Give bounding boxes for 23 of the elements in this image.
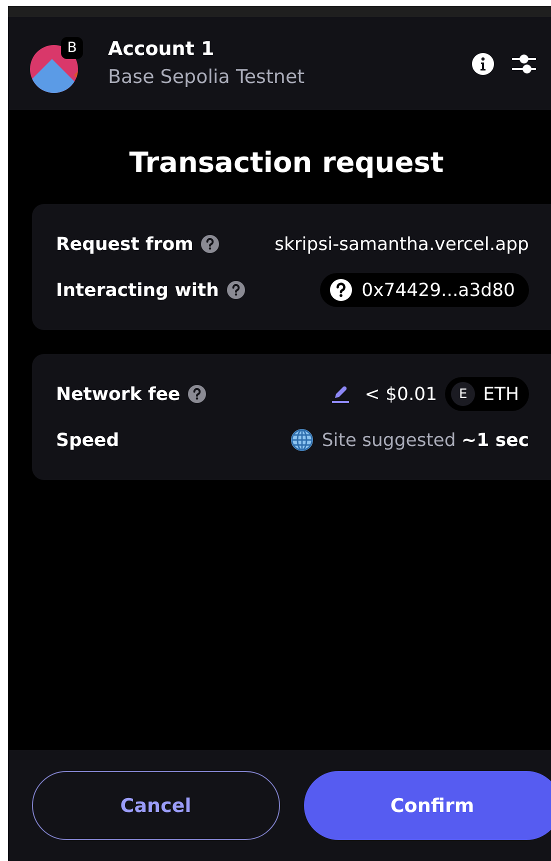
row-label: Request from <box>56 234 194 254</box>
network-badge: B <box>61 36 83 58</box>
row-label: Network fee <box>56 384 180 404</box>
help-icon[interactable] <box>201 235 220 253</box>
help-icon[interactable] <box>188 385 206 403</box>
address-pill[interactable]: 0x74429...a3d80 <box>320 273 529 307</box>
token-pill[interactable]: E ETH <box>445 377 529 411</box>
settings-icon[interactable] <box>511 52 537 76</box>
cancel-button[interactable]: Cancel <box>32 771 280 840</box>
request-origin[interactable]: skripsi-samantha.vercel.app <box>274 234 529 254</box>
edit-icon[interactable] <box>330 384 351 404</box>
globe-icon <box>290 428 314 452</box>
fee-amount: < $0.01 <box>364 384 438 404</box>
confirm-button[interactable]: Confirm <box>304 771 551 840</box>
row-label: Interacting with <box>56 280 219 300</box>
row-label: Speed <box>56 430 120 450</box>
help-icon <box>330 279 352 301</box>
info-icon[interactable] <box>471 52 495 76</box>
account-name: Account 1 <box>108 36 216 62</box>
network-name: Base Sepolia Testnet <box>108 64 306 90</box>
speed-value: Site suggested ~1 sec <box>322 430 529 450</box>
page-title: Transaction request <box>128 145 445 181</box>
help-icon[interactable] <box>226 281 245 299</box>
